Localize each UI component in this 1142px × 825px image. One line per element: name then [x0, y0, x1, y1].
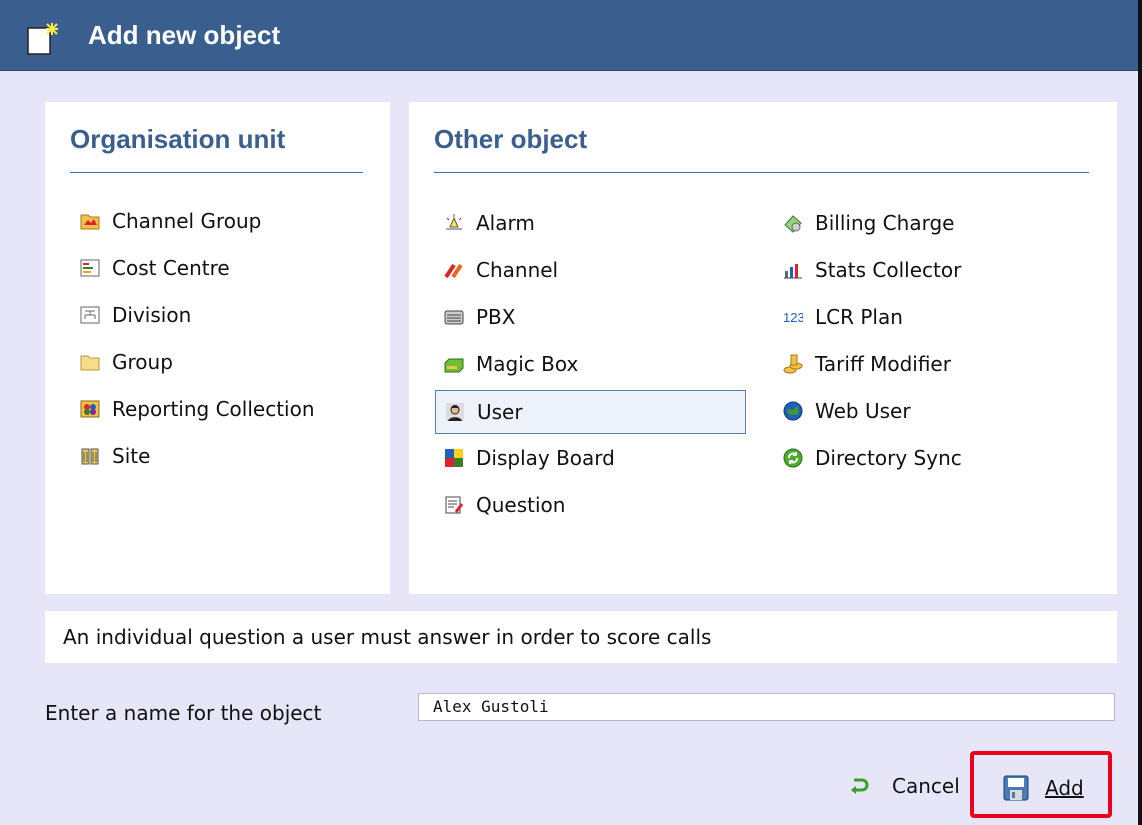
object-description-panel: An individual question a user must answe… — [45, 611, 1117, 663]
org-item-reporting-collection[interactable]: Reporting Collection — [80, 394, 315, 424]
channel-icon — [444, 263, 463, 279]
object-description: An individual question a user must answe… — [63, 625, 712, 649]
item-question[interactable]: Question — [444, 490, 565, 520]
magic-box-icon — [444, 358, 464, 373]
save-icon — [1003, 775, 1029, 801]
cancel-label: Cancel — [892, 774, 960, 798]
item-label: Group — [112, 350, 173, 374]
web-user-icon — [783, 401, 803, 421]
add-button[interactable]: Add — [1003, 773, 1084, 803]
site-icon — [81, 448, 99, 465]
division-icon — [80, 306, 100, 324]
other-object-rule — [434, 172, 1089, 173]
item-label: User — [477, 400, 523, 424]
organisation-unit-heading: Organisation unit — [70, 124, 286, 154]
item-label: Stats Collector — [815, 258, 962, 282]
item-label: LCR Plan — [815, 305, 903, 329]
item-label: Billing Charge — [815, 211, 955, 235]
user-icon — [446, 403, 464, 421]
dialog-body: Organisation unit Channel Group Cost Cen… — [0, 71, 1138, 825]
item-label: Division — [112, 303, 192, 327]
organisation-unit-rule — [70, 172, 363, 173]
lcr-plan-icon: 123 — [783, 310, 803, 325]
item-label: Question — [476, 493, 566, 517]
item-label: Alarm — [476, 211, 535, 235]
alarm-icon — [446, 214, 462, 230]
item-display-board[interactable]: Display Board — [444, 443, 615, 473]
item-billing-charge[interactable]: Billing Charge — [783, 208, 954, 238]
svg-text:123: 123 — [783, 310, 803, 325]
item-label: Channel Group — [112, 209, 262, 233]
item-label: Cost Centre — [112, 256, 230, 280]
org-item-division[interactable]: Division — [80, 300, 191, 330]
question-icon — [445, 496, 464, 514]
item-label: Tariff Modifier — [815, 352, 951, 376]
item-tariff-modifier[interactable]: Tariff Modifier — [783, 349, 951, 379]
billing-charge-icon — [784, 215, 802, 233]
item-label: Channel — [476, 258, 559, 282]
item-label: Reporting Collection — [112, 397, 315, 421]
cancel-button[interactable]: Cancel — [848, 771, 960, 801]
item-web-user[interactable]: Web User — [783, 396, 911, 426]
item-stats-collector[interactable]: Stats Collector — [783, 255, 961, 285]
tariff-modifier-icon — [783, 354, 803, 374]
cost-centre-icon — [80, 259, 100, 277]
item-lcr-plan[interactable]: 123 LCR Plan — [783, 302, 903, 332]
reporting-collection-icon — [80, 400, 100, 418]
item-label: Magic Box — [476, 352, 579, 376]
item-label: Display Board — [476, 446, 615, 470]
item-channel[interactable]: Channel — [444, 255, 558, 285]
item-user[interactable]: User — [435, 390, 746, 434]
item-pbx[interactable]: PBX — [444, 302, 515, 332]
add-label: Add — [1045, 776, 1084, 800]
dialog-titlebar: Add new object — [0, 0, 1138, 71]
dialog-title: Add new object — [88, 20, 281, 50]
item-label: PBX — [476, 305, 516, 329]
add-new-object-dialog: Add new object Organisation unit Channel… — [0, 0, 1142, 825]
directory-sync-icon — [783, 448, 803, 468]
cancel-arrow-icon — [851, 778, 869, 794]
item-label: Web User — [815, 399, 911, 423]
new-object-icon — [27, 23, 58, 55]
object-name-input[interactable]: Alex Gustoli — [418, 693, 1115, 721]
item-label: Site — [112, 444, 151, 468]
item-label: Directory Sync — [815, 446, 962, 470]
other-object-panel: Other object Alarm Channel PBX Magic Box… — [409, 102, 1117, 594]
display-board-icon — [445, 449, 463, 467]
name-field-label: Enter a name for the object — [45, 701, 322, 725]
item-alarm[interactable]: Alarm — [444, 208, 535, 238]
org-item-site[interactable]: Site — [80, 441, 150, 471]
org-item-channel-group[interactable]: Channel Group — [80, 206, 261, 236]
pbx-icon — [444, 310, 464, 325]
org-item-cost-centre[interactable]: Cost Centre — [80, 253, 230, 283]
stats-collector-icon — [784, 264, 802, 279]
org-item-group[interactable]: Group — [80, 347, 173, 377]
organisation-unit-panel: Organisation unit Channel Group Cost Cen… — [45, 102, 390, 594]
channel-group-icon — [80, 214, 100, 230]
folder-icon — [80, 355, 100, 371]
item-directory-sync[interactable]: Directory Sync — [783, 443, 962, 473]
item-magic-box[interactable]: Magic Box — [444, 349, 578, 379]
other-object-heading: Other object — [434, 124, 588, 154]
